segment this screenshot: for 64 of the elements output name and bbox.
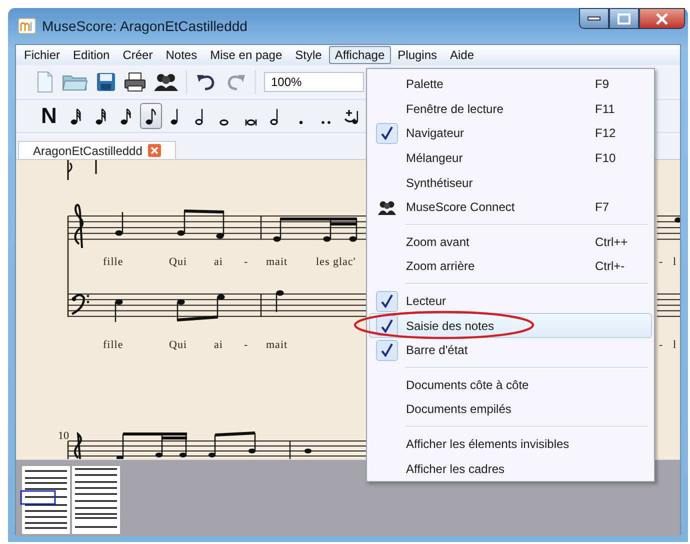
note-input-button[interactable]: N xyxy=(36,103,62,129)
maximize-button[interactable] xyxy=(609,8,639,29)
lyric-text: fille xyxy=(103,256,124,268)
print-icon[interactable] xyxy=(124,72,146,92)
menu-item[interactable]: Fichier xyxy=(18,46,66,64)
lyric-text: ai xyxy=(214,339,223,351)
lyric-text: les glac' xyxy=(316,256,356,268)
lyric-text: l xyxy=(673,339,677,351)
menu-entry[interactable]: Palette F9 xyxy=(369,72,652,97)
lyric-text: - xyxy=(659,339,664,351)
minimize-icon xyxy=(587,16,601,22)
menu-entry[interactable]: Afficher les élements invisibles xyxy=(369,432,652,456)
menu-item[interactable]: Plugins xyxy=(392,46,444,64)
menu-entry[interactable]: Documents côte à côte xyxy=(369,372,652,398)
menu-entry[interactable]: Saisie des notes xyxy=(369,313,652,338)
lyric-text: - xyxy=(659,256,664,268)
people-icon[interactable] xyxy=(154,72,178,92)
maximize-icon xyxy=(617,12,631,24)
page-thumbnail[interactable] xyxy=(22,466,70,534)
menu-item[interactable]: Notes xyxy=(160,46,204,64)
people-icon xyxy=(378,200,396,215)
menu-item[interactable]: Edition xyxy=(67,46,116,64)
page-thumbnail[interactable] xyxy=(72,466,120,534)
lyric-text: mait xyxy=(266,339,288,351)
close-tab-icon[interactable] xyxy=(148,144,162,157)
menu-item[interactable]: Affichage xyxy=(328,46,391,64)
zoom-field[interactable]: 100% xyxy=(264,72,364,92)
lyric-text: mait xyxy=(266,256,288,268)
undo-icon[interactable] xyxy=(195,72,217,92)
save-icon[interactable] xyxy=(96,72,116,92)
close-button[interactable] xyxy=(639,8,685,29)
lyric-text: - xyxy=(244,256,248,268)
lyric-text: Qui xyxy=(169,256,187,268)
menu-entry[interactable]: Zoom avant Ctrl++ xyxy=(369,230,652,254)
measure-number: 10 xyxy=(58,430,69,442)
note-value-button[interactable] xyxy=(140,103,162,129)
menu-entry[interactable]: Synthétiseur xyxy=(369,170,652,195)
lyric-text: l xyxy=(673,256,677,268)
menu-entry[interactable]: Afficher les cadres xyxy=(369,456,652,481)
window-title: MuseScore: AragonEtCastilleddd xyxy=(42,18,248,34)
close-icon xyxy=(655,12,669,24)
app-logo-icon xyxy=(18,18,36,34)
menu-entry[interactable]: Documents empilés xyxy=(369,397,652,422)
menu-entry[interactable]: Mélangeur F10 xyxy=(369,146,652,170)
menu-entry[interactable]: Fenêtre de lecture F11 xyxy=(369,96,652,122)
lyric-text: fille xyxy=(103,339,124,351)
menu-item[interactable]: Mise en page xyxy=(204,46,288,64)
menu-entry[interactable]: MuseScore Connect F7 xyxy=(369,194,652,220)
menu-entry[interactable]: Zoom arrière Ctrl+- xyxy=(369,254,652,279)
menu-item[interactable]: Aide xyxy=(444,46,480,64)
tab-label: AragonEtCastilleddd xyxy=(33,144,142,158)
lyric-text: ai xyxy=(214,256,223,268)
viewport-frame[interactable] xyxy=(20,490,56,505)
menu-item[interactable]: Créer xyxy=(116,46,159,64)
menu-entry[interactable]: Lecteur xyxy=(369,288,652,314)
lyric-text: - xyxy=(244,339,248,351)
menu-entry[interactable]: Barre d'état xyxy=(369,338,652,363)
breve-note-icon xyxy=(243,119,259,127)
menu-entry[interactable]: Navigateur F12 xyxy=(369,121,652,146)
lyric-text: Qui xyxy=(169,339,187,351)
staff-drawing xyxy=(67,160,97,181)
document-tab[interactable]: AragonEtCastilleddd xyxy=(18,141,176,159)
minimize-button[interactable] xyxy=(579,8,609,29)
menu-item[interactable]: Style xyxy=(289,46,328,64)
